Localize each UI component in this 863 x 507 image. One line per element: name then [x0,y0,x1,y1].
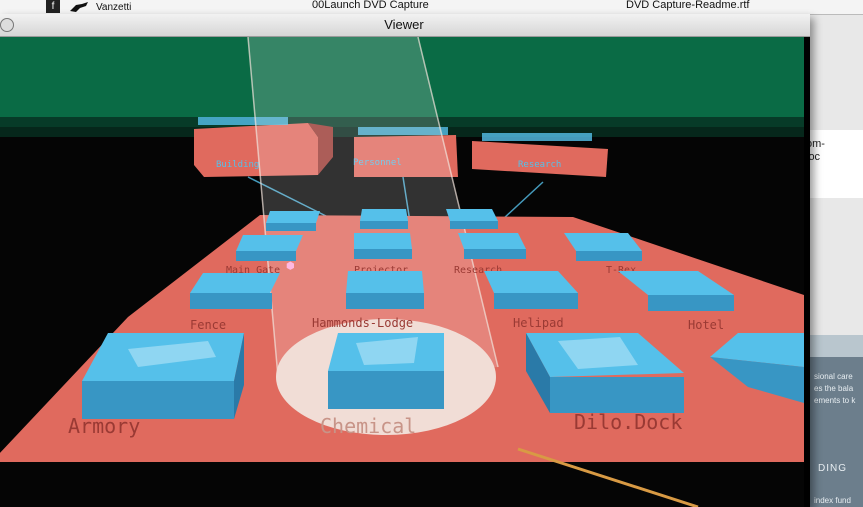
connector-line [502,181,544,220]
side-text-line: loc [806,151,821,163]
side-panel-bar [806,335,863,357]
background-window-strip: f Vanzetti 00Launch DVD Capture DVD Capt… [0,0,863,15]
scene-svg: Building Personnel Research Main Gate Pr… [0,37,804,507]
side-panel-line: sional care [814,372,853,381]
background-item-launch[interactable]: 00Launch DVD Capture [312,0,429,11]
far-building-right [472,133,608,177]
background-item-readme[interactable]: DVD Capture-Readme.rtf [626,0,750,11]
pointer-cursor-icon: ⬢ [286,261,295,272]
background-side-text: om- loc [806,130,863,198]
side-panel-text: sional care es the bala ements to k [806,357,863,407]
box-label: Hammonds-Lodge [312,316,413,330]
box-row-back [266,209,498,231]
side-panel-heading: DING [818,463,847,474]
box-label-armory: Armory [68,414,140,438]
3d-scene[interactable]: Building Personnel Research Main Gate Pr… [0,37,804,507]
background-dinosaur-icon [70,2,88,12]
background-item-vanzetti: Vanzetti [96,2,132,13]
box-label: Helipad [513,316,564,330]
box-label: Hotel [688,318,724,332]
viewer-titlebar[interactable]: Viewer [0,14,810,37]
box-armory[interactable] [82,333,244,419]
viewer-window: Viewer Building Personnel Research Main … [0,14,810,507]
window-title: Viewer [384,17,424,32]
box-label-dilo-dock: Dilo.Dock [574,410,682,434]
building-label: Research [518,160,561,170]
side-panel-line: es the bala [814,384,854,393]
background-side-panel: sional care es the bala ements to k DING… [806,335,863,507]
box-chemical[interactable] [328,333,444,409]
building-label: Building [216,160,259,170]
side-panel-line: ements to k [814,396,856,405]
background-folder-icon: f [46,0,60,13]
box-label-chemical: Chemical [320,414,416,438]
side-text-line: om- [806,138,825,150]
side-panel-footer: index fund [814,496,851,505]
box-label: Fence [190,318,226,332]
